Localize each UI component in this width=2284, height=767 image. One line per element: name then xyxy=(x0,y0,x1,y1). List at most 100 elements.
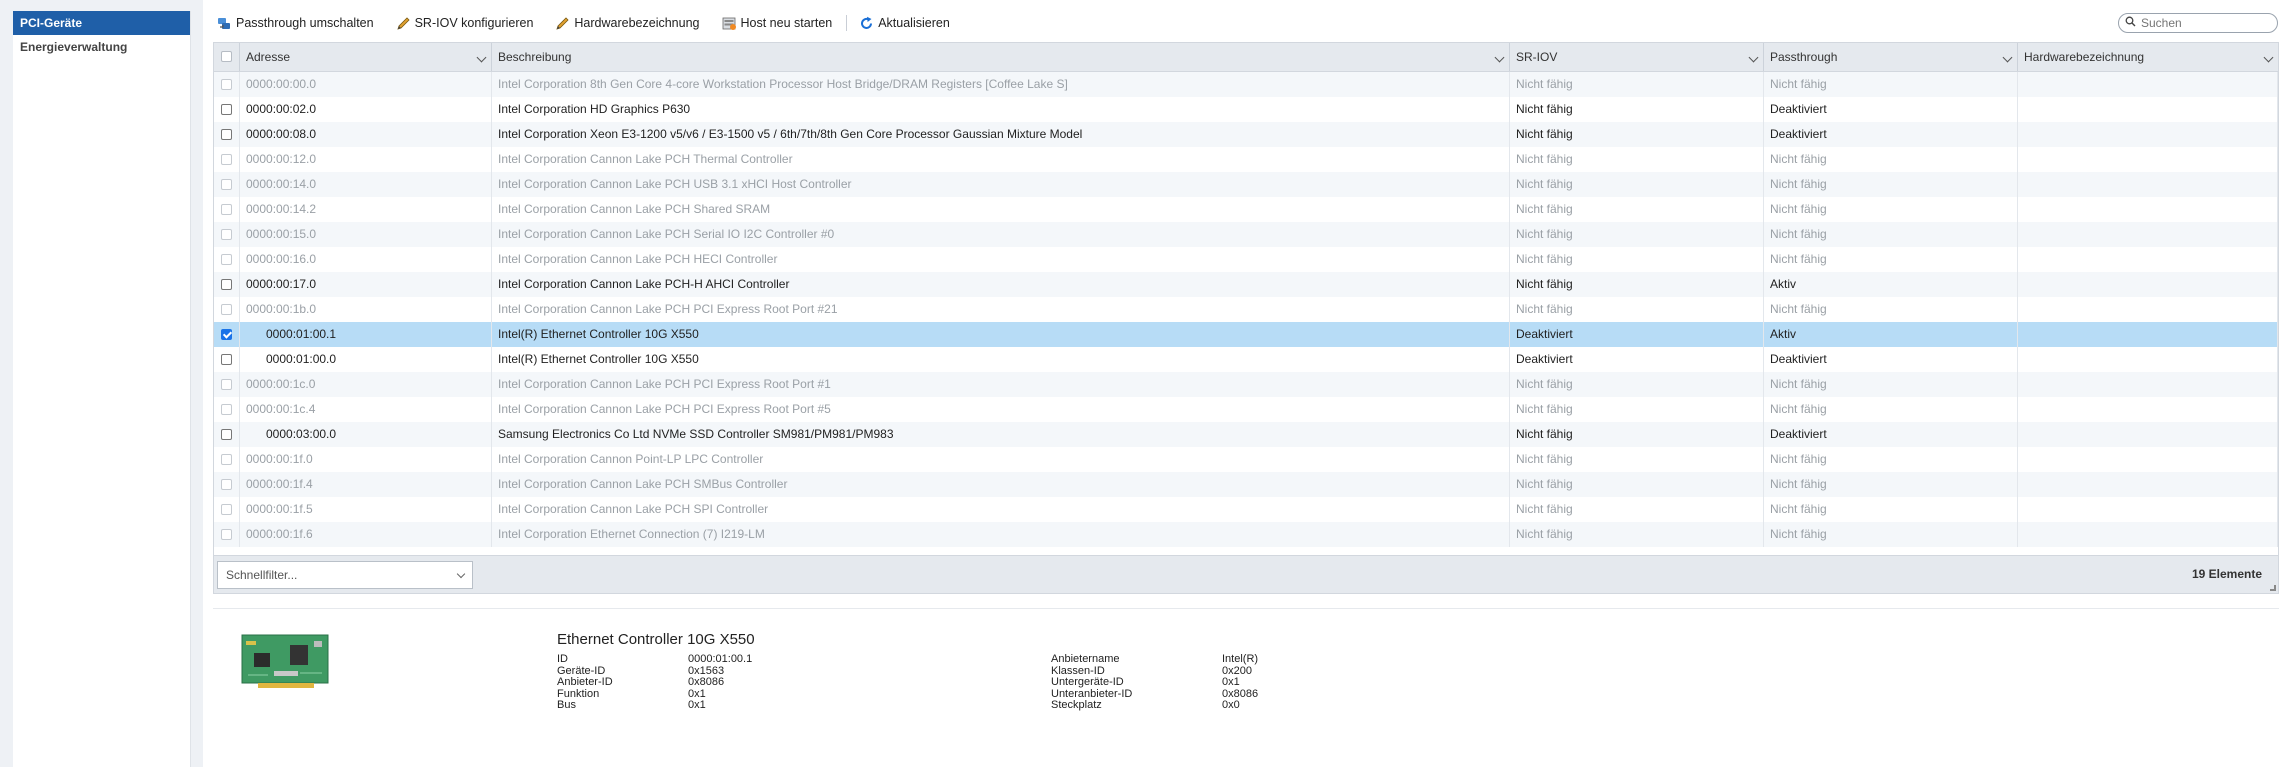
column-header-hardware-label[interactable]: Hardwarebezeichnung xyxy=(2018,43,2278,71)
cell-passthrough: Deaktiviert xyxy=(1764,347,2018,372)
search-box[interactable] xyxy=(2118,13,2278,33)
row-checkbox-cell[interactable] xyxy=(214,497,240,522)
table-row[interactable]: 0000:00:17.0 Intel Corporation Cannon Lak… xyxy=(214,272,2278,297)
cell-hardware-label xyxy=(2018,272,2278,297)
row-checkbox[interactable] xyxy=(221,204,232,215)
row-checkbox-cell[interactable] xyxy=(214,97,240,122)
cell-description: Intel Corporation Cannon Lake PCH HECI C… xyxy=(492,247,1510,272)
restart-host-button[interactable]: Host neu starten xyxy=(708,11,841,35)
refresh-button[interactable]: Aktualisieren xyxy=(851,11,958,35)
row-checkbox-cell[interactable] xyxy=(214,322,240,347)
sidebar-item-power-management[interactable]: Energieverwaltung xyxy=(13,35,190,59)
toggle-passthrough-label: Passthrough umschalten xyxy=(236,16,374,30)
cell-description: Samsung Electronics Co Ltd NVMe SSD Cont… xyxy=(492,422,1510,447)
row-checkbox[interactable] xyxy=(221,479,232,490)
row-checkbox[interactable] xyxy=(221,304,232,315)
cell-description: Intel Corporation HD Graphics P630 xyxy=(492,97,1510,122)
row-checkbox-cell[interactable] xyxy=(214,372,240,397)
row-checkbox-cell[interactable] xyxy=(214,447,240,472)
cell-passthrough: Nicht fähig xyxy=(1764,447,2018,472)
row-checkbox-cell[interactable] xyxy=(214,472,240,497)
row-checkbox-cell[interactable] xyxy=(214,397,240,422)
cell-sriov: Nicht fähig xyxy=(1510,97,1764,122)
row-checkbox[interactable] xyxy=(221,154,232,165)
row-checkbox[interactable] xyxy=(221,179,232,190)
row-checkbox[interactable] xyxy=(221,454,232,465)
row-checkbox[interactable] xyxy=(221,229,232,240)
row-checkbox-cell[interactable] xyxy=(214,522,240,547)
table-row[interactable]: 0000:03:00.0 Samsung Electronics Co Ltd N… xyxy=(214,422,2278,447)
row-checkbox-cell[interactable] xyxy=(214,122,240,147)
row-checkbox-cell[interactable] xyxy=(214,197,240,222)
chevron-down-icon[interactable] xyxy=(476,52,487,63)
chevron-down-icon[interactable] xyxy=(456,569,466,579)
table-row[interactable]: 0000:00:1f.0 Intel Corporation Cannon Poi… xyxy=(214,447,2278,472)
table-row[interactable]: 0000:00:12.0 Intel Corporation Cannon Lak… xyxy=(214,147,2278,172)
resize-handle-icon[interactable] xyxy=(2270,585,2276,591)
table-row[interactable]: 0000:00:1b.0 Intel Corporation Cannon Lak… xyxy=(214,297,2278,322)
row-checkbox-cell[interactable] xyxy=(214,147,240,172)
column-header-address[interactable]: Adresse xyxy=(240,43,492,71)
chevron-down-icon[interactable] xyxy=(1748,52,1759,63)
row-checkbox[interactable] xyxy=(221,354,232,365)
row-checkbox-cell[interactable] xyxy=(214,297,240,322)
chevron-down-icon[interactable] xyxy=(1494,52,1505,63)
cell-sriov: Nicht fähig xyxy=(1510,522,1764,547)
cell-address: 0000:00:17.0 xyxy=(240,272,492,297)
cell-description: Intel Corporation Ethernet Connection (7… xyxy=(492,522,1510,547)
table-row[interactable]: 0000:00:00.0 Intel Corporation 8th Gen Co… xyxy=(214,72,2278,97)
search-input[interactable] xyxy=(2139,15,2269,31)
toggle-passthrough-button[interactable]: Passthrough umschalten xyxy=(203,11,382,35)
hardware-label-button[interactable]: Hardwarebezeichnung xyxy=(541,11,707,35)
row-checkbox[interactable] xyxy=(221,79,232,90)
table-row[interactable]: 0000:00:16.0 Intel Corporation Cannon Lak… xyxy=(214,247,2278,272)
quick-filter-dropdown[interactable]: Schnellfilter... xyxy=(217,561,473,589)
row-checkbox[interactable] xyxy=(221,129,232,140)
row-checkbox[interactable] xyxy=(221,254,232,265)
cell-address: 0000:03:00.0 xyxy=(240,422,492,447)
row-checkbox[interactable] xyxy=(221,104,232,115)
row-checkbox[interactable] xyxy=(221,529,232,540)
row-checkbox-cell[interactable] xyxy=(214,72,240,97)
table-row[interactable]: 0000:01:00.1 Intel(R) Ethernet Controller… xyxy=(214,322,2278,347)
row-checkbox-cell[interactable] xyxy=(214,247,240,272)
configure-sriov-button[interactable]: SR-IOV konfigurieren xyxy=(382,11,542,35)
table-row[interactable]: 0000:00:14.2 Intel Corporation Cannon Lak… xyxy=(214,197,2278,222)
cell-description: Intel Corporation Cannon Lake PCH PCI Ex… xyxy=(492,397,1510,422)
row-checkbox-cell[interactable] xyxy=(214,347,240,372)
cell-passthrough: Deaktiviert xyxy=(1764,97,2018,122)
cell-passthrough: Deaktiviert xyxy=(1764,422,2018,447)
cell-sriov: Deaktiviert xyxy=(1510,347,1764,372)
table-row[interactable]: 0000:00:1f.6 Intel Corporation Ethernet C… xyxy=(214,522,2278,547)
column-header-passthrough[interactable]: Passthrough xyxy=(1764,43,2018,71)
table-row[interactable]: 0000:00:1f.4 Intel Corporation Cannon Lak… xyxy=(214,472,2278,497)
table-row[interactable]: 0000:00:02.0 Intel Corporation HD Graphic… xyxy=(214,97,2278,122)
table-row[interactable]: 0000:00:1c.0 Intel Corporation Cannon Lak… xyxy=(214,372,2278,397)
row-checkbox[interactable] xyxy=(221,404,232,415)
row-checkbox-cell[interactable] xyxy=(214,172,240,197)
row-checkbox[interactable] xyxy=(221,504,232,515)
chevron-down-icon[interactable] xyxy=(2002,52,2013,63)
row-checkbox-cell[interactable] xyxy=(214,222,240,247)
row-checkbox[interactable] xyxy=(221,329,232,340)
column-header-description[interactable]: Beschreibung xyxy=(492,43,1510,71)
table-row[interactable]: 0000:00:15.0 Intel Corporation Cannon Lak… xyxy=(214,222,2278,247)
column-header-sriov[interactable]: SR-IOV xyxy=(1510,43,1764,71)
row-checkbox-cell[interactable] xyxy=(214,422,240,447)
table-row[interactable]: 0000:00:1f.5 Intel Corporation Cannon Lak… xyxy=(214,497,2278,522)
cell-passthrough: Nicht fähig xyxy=(1764,372,2018,397)
table-row[interactable]: 0000:00:08.0 Intel Corporation Xeon E3-12… xyxy=(214,122,2278,147)
table-row[interactable]: 0000:01:00.0 Intel(R) Ethernet Controller… xyxy=(214,347,2278,372)
row-checkbox[interactable] xyxy=(221,429,232,440)
select-all-checkbox[interactable] xyxy=(221,51,232,62)
row-checkbox-cell[interactable] xyxy=(214,272,240,297)
chevron-down-icon[interactable] xyxy=(2263,52,2274,63)
passthrough-icon xyxy=(217,16,232,31)
row-checkbox[interactable] xyxy=(221,379,232,390)
table-row[interactable]: 0000:00:1c.4 Intel Corporation Cannon Lak… xyxy=(214,397,2278,422)
sidebar-item-pci-devices[interactable]: PCI-Geräte xyxy=(13,11,190,35)
table-row[interactable]: 0000:00:14.0 Intel Corporation Cannon Lak… xyxy=(214,172,2278,197)
cell-sriov: Nicht fähig xyxy=(1510,247,1764,272)
row-checkbox[interactable] xyxy=(221,279,232,290)
select-all-checkbox-cell[interactable] xyxy=(214,43,240,71)
